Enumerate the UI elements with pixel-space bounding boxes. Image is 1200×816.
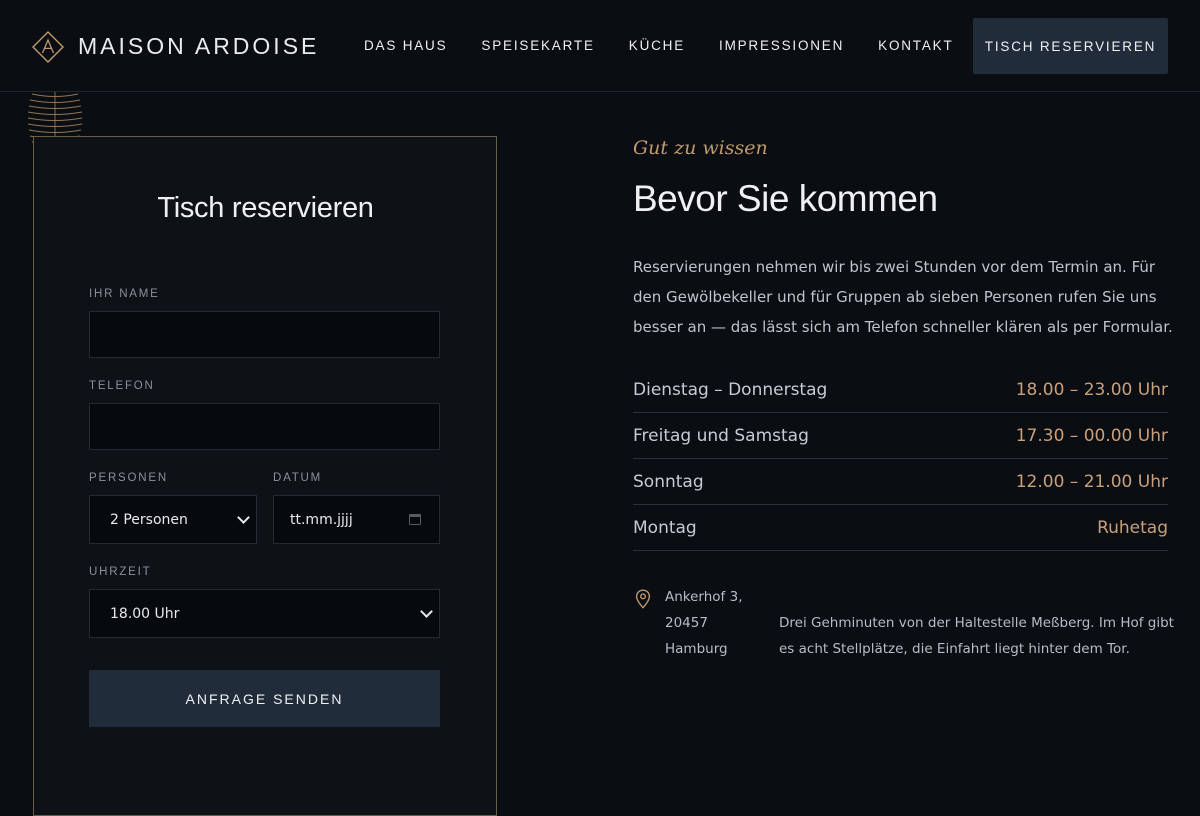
persons-label: PERSONEN [89, 472, 168, 484]
time-select[interactable]: 18.00 Uhr [89, 589, 440, 638]
nav-item-kontakt[interactable]: KONTAKT [878, 37, 953, 55]
nav-item-kueche[interactable]: KÜCHE [629, 37, 685, 55]
hours-time: Ruhetag [1097, 517, 1168, 538]
time-select-value: 18.00 Uhr [110, 605, 180, 622]
site-header: MAISON ARDOISE DAS HAUS SPEISEKARTE KÜCH… [0, 0, 1200, 92]
directions-text: Drei Gehminuten von der Haltestelle Meßb… [779, 615, 1174, 657]
section-eyebrow: Gut zu wissen [633, 137, 768, 159]
phone-label: TELEFON [89, 380, 155, 392]
persons-select-value: 2 Personen [110, 511, 188, 528]
info-heading: Bevor Sie kommen [633, 178, 938, 219]
reserve-table-button[interactable]: TISCH RESERVIEREN [973, 18, 1168, 74]
submit-request-button[interactable]: ANFRAGE SENDEN [89, 670, 440, 727]
chevron-down-icon [420, 604, 433, 618]
date-label: DATUM [273, 472, 323, 484]
hours-row: Montag Ruhetag [633, 505, 1168, 551]
address-street: Ankerhof 3, [665, 589, 743, 605]
address-zip: 20457 [665, 615, 708, 631]
map-pin-icon [635, 589, 651, 609]
name-input[interactable] [89, 311, 440, 358]
main-nav: DAS HAUS SPEISEKARTE KÜCHE IMPRESSIONEN … [364, 37, 954, 55]
logo-diamond-icon[interactable] [32, 31, 64, 63]
hours-time: 18.00 – 23.00 Uhr [1015, 379, 1168, 400]
nav-item-impressionen[interactable]: IMPRESSIONEN [719, 37, 844, 55]
brand-name[interactable]: MAISON ARDOISE [78, 33, 319, 59]
hours-time: 12.00 – 21.00 Uhr [1015, 471, 1168, 492]
hours-day: Sonntag [633, 471, 704, 492]
address-block: Ankerhof 3, 20457 Hamburg [665, 584, 743, 662]
form-title: Tisch reservieren [157, 192, 374, 224]
nav-item-das-haus[interactable]: DAS HAUS [364, 37, 447, 55]
persons-select[interactable]: 2 Personen [89, 495, 257, 544]
chevron-down-icon [237, 510, 250, 524]
info-intro-text: Reservierungen nehmen wir bis zwei Stund… [633, 258, 1173, 336]
date-input-value: tt.mm.jjjj [290, 511, 353, 528]
hours-row: Freitag und Samstag 17.30 – 00.00 Uhr [633, 413, 1168, 459]
phone-input[interactable] [89, 403, 440, 450]
address-city: Hamburg [665, 641, 728, 657]
opening-hours-table: Dienstag – Donnerstag 18.00 – 23.00 Uhr … [633, 367, 1168, 551]
hours-time: 17.30 – 00.00 Uhr [1015, 425, 1168, 446]
hours-row: Sonntag 12.00 – 21.00 Uhr [633, 459, 1168, 505]
nav-item-speisekarte[interactable]: SPEISEKARTE [481, 37, 594, 55]
hours-day: Freitag und Samstag [633, 425, 809, 446]
calendar-icon[interactable] [409, 513, 421, 525]
date-input[interactable]: tt.mm.jjjj [273, 495, 440, 544]
hours-row: Dienstag – Donnerstag 18.00 – 23.00 Uhr [633, 367, 1168, 413]
hours-day: Montag [633, 517, 697, 538]
hours-day: Dienstag – Donnerstag [633, 379, 828, 400]
time-label: UHRZEIT [89, 566, 152, 578]
name-label: IHR NAME [89, 288, 160, 300]
